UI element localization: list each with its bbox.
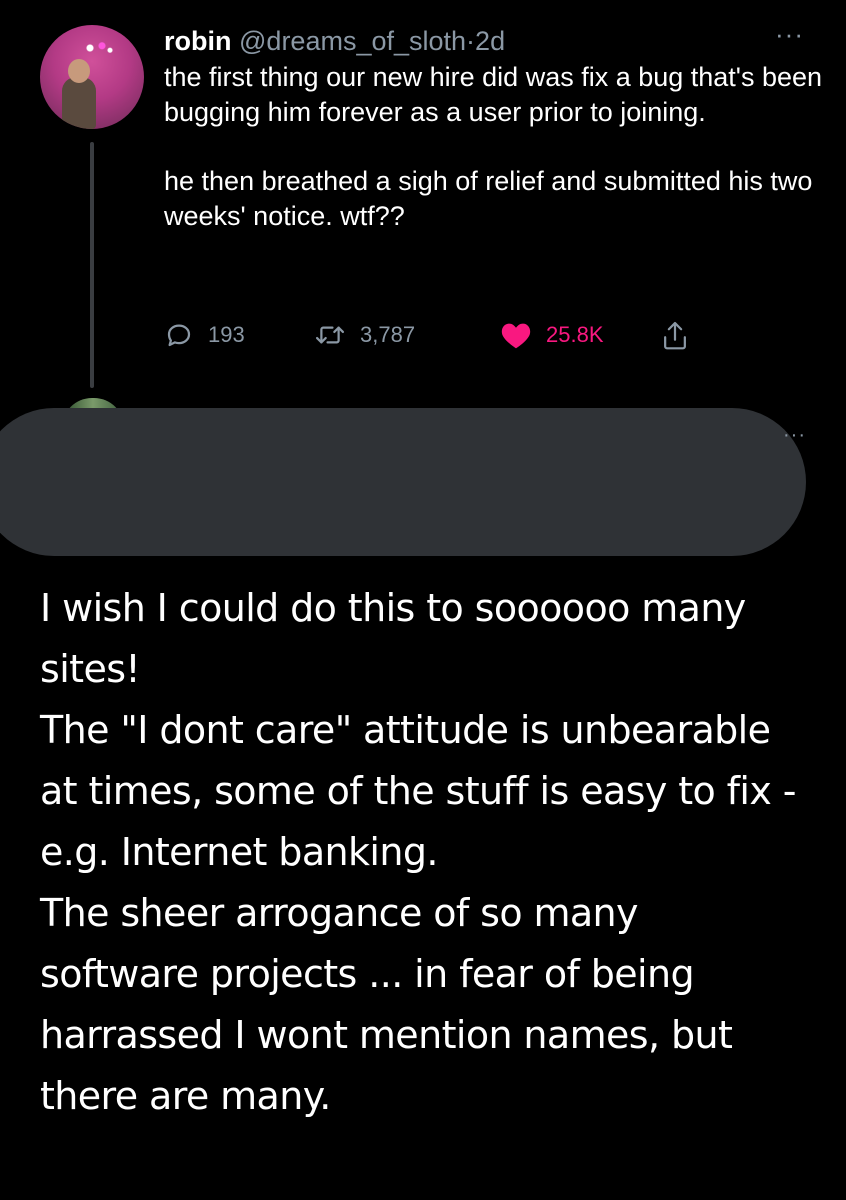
reply-text-line: software projects ... in fear of being [40,952,695,996]
tweet-paragraph: the first thing our new hire did was fix… [164,62,823,127]
tweet-paragraph: he then breathed a sigh of relief and su… [164,166,813,231]
thread-line [90,142,94,388]
retweet-icon [315,326,345,344]
more-options-icon[interactable]: ··· [775,21,804,47]
reply-text-line: e.g. Internet banking. [40,830,438,874]
retweet-count: 3,787 [360,322,416,347]
reply-text-line: there are many. [40,1074,331,1118]
reply-count: 193 [208,322,245,347]
reply-text-line: The sheer arrogance of so many [40,891,639,935]
reply-more-options-icon[interactable]: ··· [783,424,806,447]
reply-icon [167,324,191,347]
tweet-card[interactable]: robin @dreams_of_sloth·2d ··· the first … [0,0,846,400]
reply-text-line: harrassed I wont mention names, but [40,1013,733,1057]
like-count: 25.8K [546,322,604,347]
share-button[interactable] [660,320,704,352]
reply-text-line: The "I dont care" attitude is unbearable [40,708,771,752]
reply-text-line: sites! [40,647,141,691]
reply-text: I wish I could do this to soooooo many s… [40,578,820,1127]
tweet-text: the first thing our new hire did was fix… [164,60,824,268]
reply-text-line: I wish I could do this to soooooo many [40,586,746,630]
author-name[interactable]: robin [164,26,232,56]
like-button[interactable]: 25.8K [500,320,604,350]
tweet-actions: 193 3,787 25.8K [164,320,724,360]
tweet-header: robin @dreams_of_sloth·2d [164,24,505,58]
retweet-button[interactable]: 3,787 [314,320,415,350]
heart-icon [501,323,531,349]
avatar-person-head [68,59,90,83]
redacted-reply-header [0,408,806,556]
author-handle[interactable]: @dreams_of_sloth [239,26,466,56]
tweet-timestamp[interactable]: 2d [475,26,505,56]
avatar-background [78,37,118,59]
author-avatar[interactable] [40,25,144,129]
header-separator: · [466,26,476,56]
share-icon [664,321,686,350]
avatar-person-body [62,77,96,129]
reply-button[interactable]: 193 [164,320,245,350]
reply-text-line: at times, some of the stuff is easy to f… [40,769,796,813]
